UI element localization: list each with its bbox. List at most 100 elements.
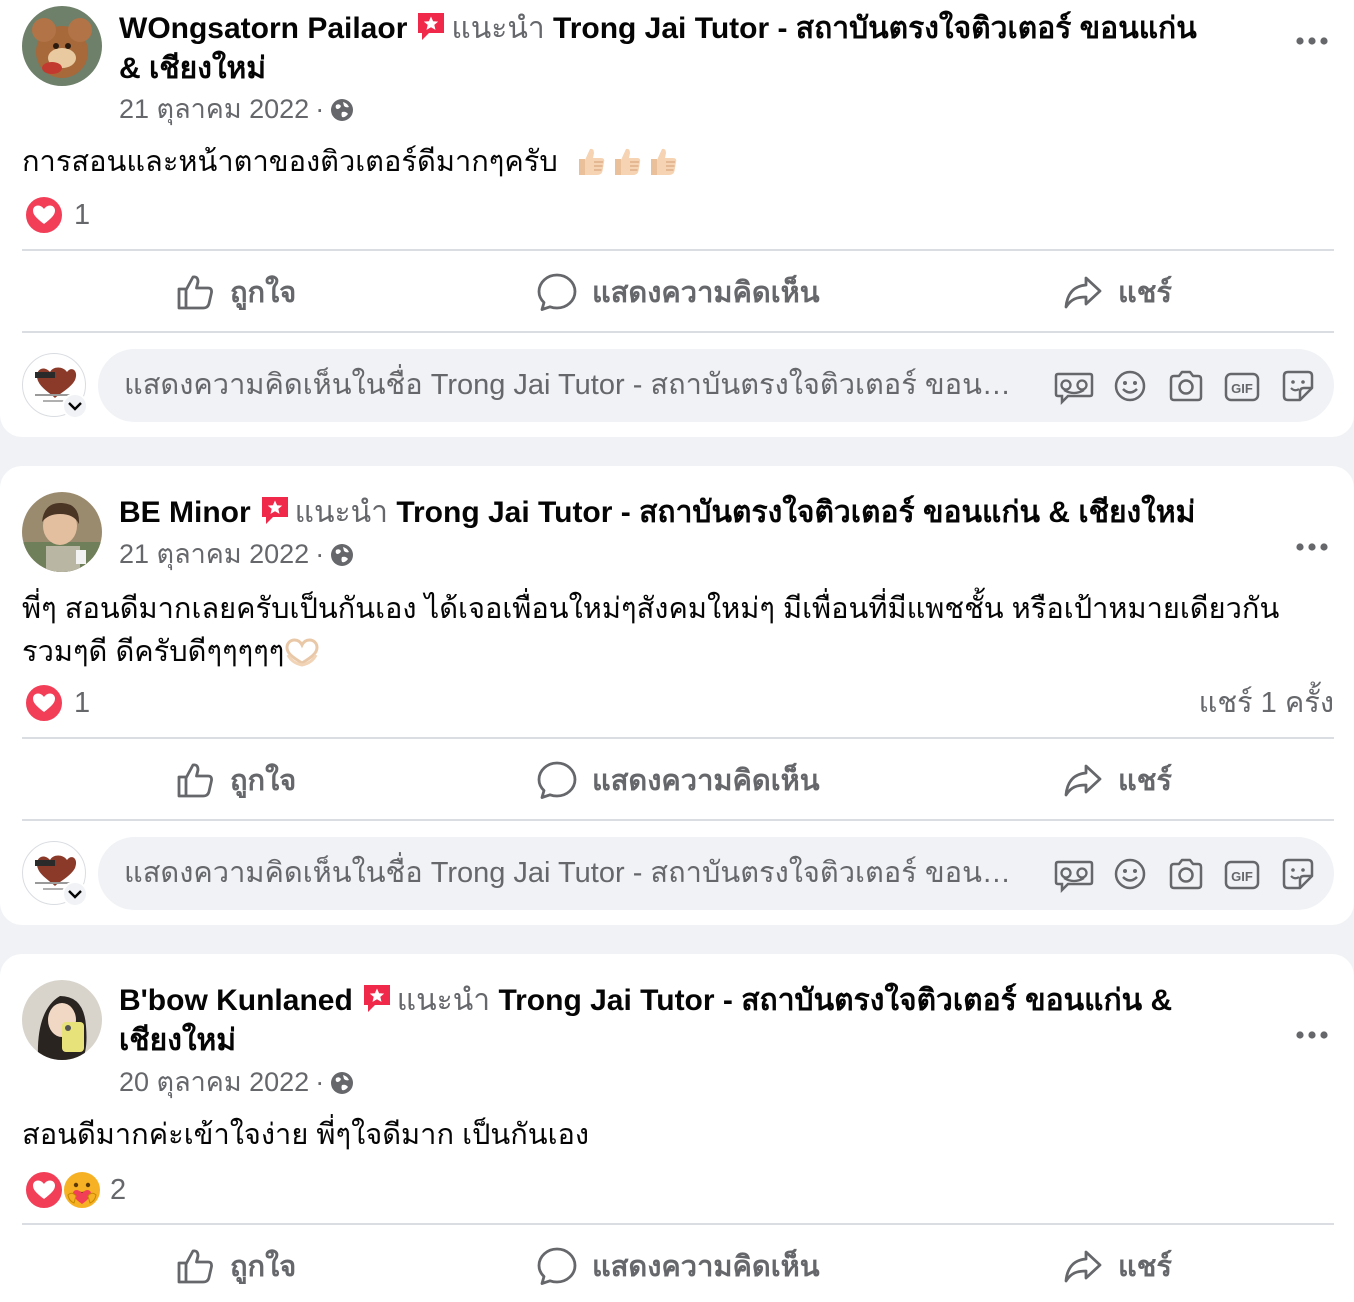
comment-input[interactable]: แสดงความคิดเห็นในชื่อ Trong Jai Tutor - … — [98, 349, 1334, 422]
camera-icon[interactable] — [1166, 854, 1206, 894]
comment-input[interactable]: แสดงความคิดเห็นในชื่อ Trong Jai Tutor - … — [98, 837, 1334, 910]
comment-composer: แสดงความคิดเห็นในชื่อ Trong Jai Tutor - … — [22, 837, 1334, 912]
divider — [22, 819, 1334, 821]
page-name[interactable]: Trong Jai Tutor - สถาบันตรงใจติวเตอร์ ขอ… — [396, 496, 1195, 529]
thumbs-up-emoji-icon — [648, 145, 678, 177]
share-button[interactable]: แชร์ — [1062, 1226, 1172, 1302]
post-text: การสอนและหน้าตาของติวเตอร์ดีมากๆครับ — [22, 141, 1322, 184]
avatar-sticker-icon[interactable] — [1054, 366, 1094, 406]
love-reaction-icon — [24, 1170, 64, 1210]
thumbs-up-emoji-icon — [576, 145, 606, 177]
recommend-icon — [361, 982, 393, 1014]
reactions-bar[interactable]: 2 — [22, 1170, 1334, 1210]
action-bar: ถูกใจ แสดงความคิดเห็น แชร์ — [22, 1226, 1334, 1302]
post-text-line-2: รวมๆดี ดีครับดีๆๆๆๆๆ — [22, 631, 1322, 674]
reactions-bar[interactable]: 1 — [22, 195, 1334, 235]
like-label: ถูกใจ — [230, 1251, 297, 1283]
recommend-icon — [415, 10, 447, 42]
love-reaction-icon — [24, 195, 64, 235]
post-date[interactable]: 21 ตุลาคม 2022 — [119, 94, 309, 124]
comment-placeholder: แสดงความคิดเห็นในชื่อ Trong Jai Tutor - … — [124, 369, 1024, 401]
divider — [22, 737, 1334, 739]
chevron-down-icon[interactable] — [62, 393, 88, 419]
composer-tools — [1054, 366, 1318, 406]
post-meta: 21 ตุลาคม 2022 · — [119, 92, 354, 126]
post-headline: BE Minor แนะนำ Trong Jai Tutor - สถาบันตร… — [119, 493, 1209, 533]
like-icon — [174, 759, 216, 801]
post-date[interactable]: 20 ตุลาคม 2022 — [119, 1067, 309, 1097]
post-meta: 21 ตุลาคม 2022 · — [119, 537, 354, 571]
reaction-count[interactable]: 1 — [74, 683, 90, 723]
comment-icon — [536, 1245, 578, 1287]
avatar-sticker-icon[interactable] — [1054, 854, 1094, 894]
share-count[interactable]: แชร์ 1 ครั้ง — [1199, 683, 1334, 723]
post-card: B'bow Kunlaned แนะนำ Trong Jai Tutor - สถ… — [0, 954, 1354, 1302]
globe-icon — [330, 98, 354, 122]
post-date[interactable]: 21 ตุลาคม 2022 — [119, 539, 309, 569]
like-button[interactable]: ถูกใจ — [174, 740, 296, 820]
globe-icon — [330, 1071, 354, 1095]
comment-icon — [536, 271, 578, 313]
more-options-icon[interactable] — [1292, 26, 1332, 56]
like-label: ถูกใจ — [230, 277, 297, 309]
post-headline: B'bow Kunlaned แนะนำ Trong Jai Tutor - สถ… — [119, 981, 1209, 1061]
author-name[interactable]: WOngsatorn Pailaor — [119, 12, 407, 45]
divider — [22, 331, 1334, 333]
share-button[interactable]: แชร์ — [1062, 252, 1172, 332]
chevron-down-icon[interactable] — [62, 881, 88, 907]
meta-dot: · — [315, 1067, 325, 1097]
post-card: WOngsatorn Pailaor แนะนำ Trong Jai Tutor … — [0, 0, 1354, 437]
post-card: BE Minor แนะนำ Trong Jai Tutor - สถาบันตร… — [0, 466, 1354, 925]
like-button[interactable]: ถูกใจ — [174, 1226, 296, 1302]
share-label: แชร์ — [1118, 277, 1172, 309]
share-icon — [1062, 271, 1104, 313]
meta-dot: · — [315, 539, 325, 569]
gif-icon[interactable] — [1222, 854, 1262, 894]
avatar[interactable] — [22, 980, 102, 1060]
avatar[interactable] — [22, 492, 102, 572]
reactions-bar[interactable]: 1 แชร์ 1 ครั้ง — [22, 683, 1334, 723]
like-button[interactable]: ถูกใจ — [174, 252, 296, 332]
author-name[interactable]: BE Minor — [119, 496, 251, 529]
more-options-icon[interactable] — [1292, 532, 1332, 562]
share-icon — [1062, 759, 1104, 801]
recommend-label: แนะนำ — [294, 496, 388, 529]
more-options-icon[interactable] — [1292, 1020, 1332, 1050]
comment-placeholder: แสดงความคิดเห็นในชื่อ Trong Jai Tutor - … — [124, 857, 1024, 889]
comment-icon — [536, 759, 578, 801]
camera-icon[interactable] — [1166, 366, 1206, 406]
care-reaction-icon — [62, 1170, 102, 1210]
action-bar: ถูกใจ แสดงความคิดเห็น แชร์ — [22, 252, 1334, 332]
meta-dot: · — [315, 94, 325, 124]
love-reaction-icon — [24, 683, 64, 723]
thumbs-up-emoji-icon — [612, 145, 642, 177]
sticker-icon[interactable] — [1278, 854, 1318, 894]
sticker-icon[interactable] — [1278, 366, 1318, 406]
share-label: แชร์ — [1118, 1251, 1172, 1283]
post-text-content: รวมๆดี ดีครับดีๆๆๆๆๆ — [22, 636, 285, 668]
heart-hands-emoji-icon — [284, 637, 320, 667]
reaction-count[interactable]: 1 — [74, 195, 90, 235]
share-button[interactable]: แชร์ — [1062, 740, 1172, 820]
post-meta: 20 ตุลาคม 2022 · — [119, 1065, 354, 1099]
emoji-icon[interactable] — [1110, 854, 1150, 894]
gif-icon[interactable] — [1222, 366, 1262, 406]
like-icon — [174, 1245, 216, 1287]
emoji-icon[interactable] — [1110, 366, 1150, 406]
comment-button[interactable]: แสดงความคิดเห็น — [536, 740, 820, 820]
post-text: สอนดีมากค่ะเข้าใจง่าย พี่ๆใจดีมาก เป็นกั… — [22, 1114, 1322, 1157]
author-name[interactable]: B'bow Kunlaned — [119, 984, 353, 1017]
post-text-content: สอนดีมากค่ะเข้าใจง่าย พี่ๆใจดีมาก เป็นกั… — [22, 1119, 590, 1151]
globe-icon — [330, 543, 354, 567]
feed: WOngsatorn Pailaor แนะนำ Trong Jai Tutor … — [0, 0, 1354, 1302]
comment-label: แสดงความคิดเห็น — [592, 1251, 820, 1283]
comment-label: แสดงความคิดเห็น — [592, 277, 820, 309]
reaction-count[interactable]: 2 — [110, 1170, 126, 1210]
post-headline: WOngsatorn Pailaor แนะนำ Trong Jai Tutor … — [119, 9, 1209, 89]
comment-button[interactable]: แสดงความคิดเห็น — [536, 1226, 820, 1302]
comment-button[interactable]: แสดงความคิดเห็น — [536, 252, 820, 332]
composer-tools — [1054, 854, 1318, 894]
comment-composer: แสดงความคิดเห็นในชื่อ Trong Jai Tutor - … — [22, 349, 1334, 424]
avatar[interactable] — [22, 6, 102, 86]
recommend-label: แนะนำ — [396, 984, 491, 1017]
